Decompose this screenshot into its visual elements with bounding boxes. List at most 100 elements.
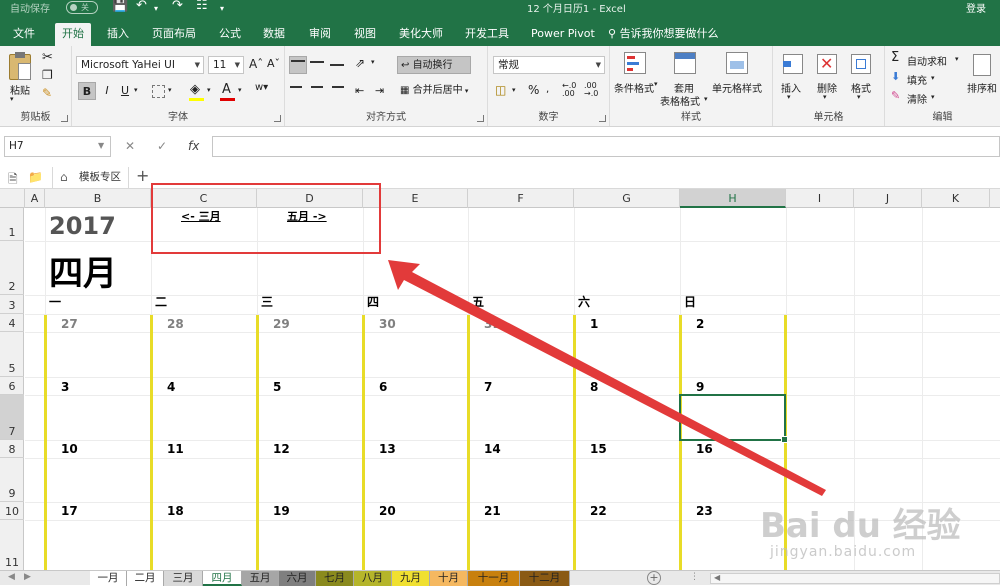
sheet-tab[interactable]: 十二月 xyxy=(520,571,570,586)
percent-button[interactable]: % xyxy=(528,83,539,97)
add-tab-icon[interactable]: + xyxy=(136,166,149,185)
column-header-i[interactable]: I xyxy=(786,189,854,208)
calendar-day[interactable]: 29 xyxy=(273,317,290,331)
calendar-day[interactable]: 27 xyxy=(61,317,78,331)
calendar-day[interactable]: 28 xyxy=(167,317,184,331)
autosum-dropdown-icon[interactable]: ▾ xyxy=(955,55,959,63)
column-header-a[interactable]: A xyxy=(25,189,45,208)
font-color-dropdown-icon[interactable]: ▾ xyxy=(238,86,242,94)
align-center-button[interactable] xyxy=(309,82,327,100)
new-document-icon[interactable]: 🗎 xyxy=(8,170,18,191)
format-cells-icon[interactable] xyxy=(851,54,871,74)
borders-icon[interactable] xyxy=(152,85,165,98)
row-header-1[interactable]: 1 xyxy=(0,208,24,241)
orientation-icon[interactable]: ⇗ xyxy=(355,56,365,70)
increase-decimal-icon[interactable]: ←.0.00 xyxy=(562,82,576,98)
delete-cells-icon[interactable]: ✕ xyxy=(817,54,837,74)
align-right-button[interactable] xyxy=(329,82,347,100)
tab-page-layout[interactable]: 页面布局 xyxy=(145,23,203,46)
redo-icon[interactable]: ↷ xyxy=(172,0,183,13)
row-header-4[interactable]: 4 xyxy=(0,314,24,332)
currency-dropdown-icon[interactable]: ▾ xyxy=(512,86,516,94)
increase-indent-icon[interactable]: ⇥ xyxy=(375,84,384,97)
tab-formulas[interactable]: 公式 xyxy=(212,23,248,46)
prev-sheet-icon[interactable]: ◀ xyxy=(8,572,15,582)
sheet-tab[interactable]: 二月 xyxy=(127,571,164,586)
column-header-f[interactable]: F xyxy=(468,189,574,208)
currency-icon[interactable]: ◫ xyxy=(495,83,506,97)
decrease-font-icon[interactable]: Aˇ xyxy=(267,57,280,70)
row-header-9[interactable]: 9 xyxy=(0,458,24,502)
phonetic-icon[interactable]: w▾ xyxy=(255,82,268,93)
format-cells-dropdown-icon[interactable]: ▾ xyxy=(857,93,861,101)
format-as-table-line2[interactable]: 表格格式 xyxy=(660,93,700,108)
next-sheet-icon[interactable]: ▶ xyxy=(24,572,31,582)
sort-filter-button[interactable]: 排序和 xyxy=(967,80,997,95)
cell-styles-button[interactable]: 单元格样式 xyxy=(712,80,762,95)
clear-button[interactable]: 清除 xyxy=(907,91,927,106)
sheet-tab[interactable]: 九月 xyxy=(392,571,430,586)
customize-toolbar-icon[interactable]: ▾ xyxy=(220,4,224,13)
delete-cells-button[interactable]: 删除 xyxy=(817,80,837,95)
undo-dropdown-icon[interactable]: ▾ xyxy=(154,4,158,13)
conditional-format-dropdown-icon[interactable]: ▾ xyxy=(654,80,658,88)
sheet-tab[interactable]: 三月 xyxy=(164,571,203,586)
bold-button[interactable]: B xyxy=(78,82,96,100)
decrease-indent-icon[interactable]: ⇤ xyxy=(355,84,364,97)
tab-data[interactable]: 数据 xyxy=(256,23,292,46)
merge-center-button[interactable]: ▦ 合并后居中 ▾ xyxy=(397,82,483,100)
calendar-day[interactable]: 22 xyxy=(590,504,607,518)
formula-input[interactable] xyxy=(212,136,1000,157)
row-header-3[interactable]: 3 xyxy=(0,295,24,314)
save-icon[interactable]: 💾 xyxy=(112,0,128,13)
sheet-tab[interactable]: 六月 xyxy=(279,571,316,586)
underline-button[interactable]: U xyxy=(116,82,134,100)
orientation-dropdown-icon[interactable]: ▾ xyxy=(371,58,375,66)
conditional-format-button[interactable]: 条件格式 xyxy=(614,80,654,95)
row-header-7[interactable]: 7 xyxy=(0,395,24,440)
column-header-j[interactable]: J xyxy=(854,189,922,208)
fill-color-icon[interactable]: ◈ xyxy=(190,82,200,97)
alignment-launcher-icon[interactable] xyxy=(477,115,484,122)
calendar-day[interactable]: 11 xyxy=(167,442,184,456)
calendar-day[interactable]: 3 xyxy=(61,380,69,394)
underline-dropdown-icon[interactable]: ▾ xyxy=(134,86,138,94)
undo-icon[interactable]: ↶ xyxy=(136,0,147,13)
conditional-format-icon[interactable] xyxy=(624,52,646,74)
calendar-day[interactable]: 10 xyxy=(61,442,78,456)
tab-view[interactable]: 视图 xyxy=(347,23,383,46)
wrap-text-button[interactable]: ↩ 自动换行 xyxy=(397,56,471,74)
font-name-select[interactable]: Microsoft YaHei UI ▼ xyxy=(76,56,204,74)
tab-beautify[interactable]: 美化大师 xyxy=(392,23,450,46)
row-header-8[interactable]: 8 xyxy=(0,440,24,458)
delete-cells-dropdown-icon[interactable]: ▾ xyxy=(823,93,827,101)
calendar-day[interactable]: 17 xyxy=(61,504,78,518)
select-all-corner[interactable] xyxy=(0,189,25,208)
tab-file[interactable]: 文件 xyxy=(6,23,42,46)
increase-font-icon[interactable]: Aˆ xyxy=(249,57,263,71)
sheet-tab[interactable]: 七月 xyxy=(316,571,354,586)
number-launcher-icon[interactable] xyxy=(599,115,606,122)
paste-dropdown-icon[interactable]: ▾ xyxy=(10,95,14,103)
fill-icon[interactable]: ⬇ xyxy=(891,70,900,83)
clipboard-launcher-icon[interactable] xyxy=(61,115,68,122)
fill-color-dropdown-icon[interactable]: ▾ xyxy=(207,86,211,94)
tab-insert[interactable]: 插入 xyxy=(100,23,136,46)
autosave-toggle[interactable]: 关 xyxy=(66,1,98,14)
insert-function-icon[interactable]: fx xyxy=(188,139,199,153)
row-header-5[interactable]: 5 xyxy=(0,332,24,377)
sheet-tab[interactable]: 八月 xyxy=(354,571,392,586)
sheet-tab[interactable]: 四月 xyxy=(203,571,242,586)
number-format-select[interactable]: 常规 ▼ xyxy=(493,56,605,74)
clear-dropdown-icon[interactable]: ▾ xyxy=(931,93,935,101)
sheet-tab[interactable]: 十一月 xyxy=(468,571,520,586)
calendar-day[interactable]: 21 xyxy=(484,504,501,518)
confirm-entry-icon[interactable]: ✓ xyxy=(157,139,167,153)
cut-icon[interactable]: ✂ xyxy=(42,50,53,65)
fill-button[interactable]: 填充 xyxy=(907,72,927,87)
insert-cells-icon[interactable] xyxy=(783,54,803,74)
calendar-day[interactable]: 18 xyxy=(167,504,184,518)
tab-power-pivot[interactable]: Power Pivot xyxy=(524,23,602,46)
font-launcher-icon[interactable] xyxy=(274,115,281,122)
calendar-day[interactable]: 23 xyxy=(696,504,713,518)
